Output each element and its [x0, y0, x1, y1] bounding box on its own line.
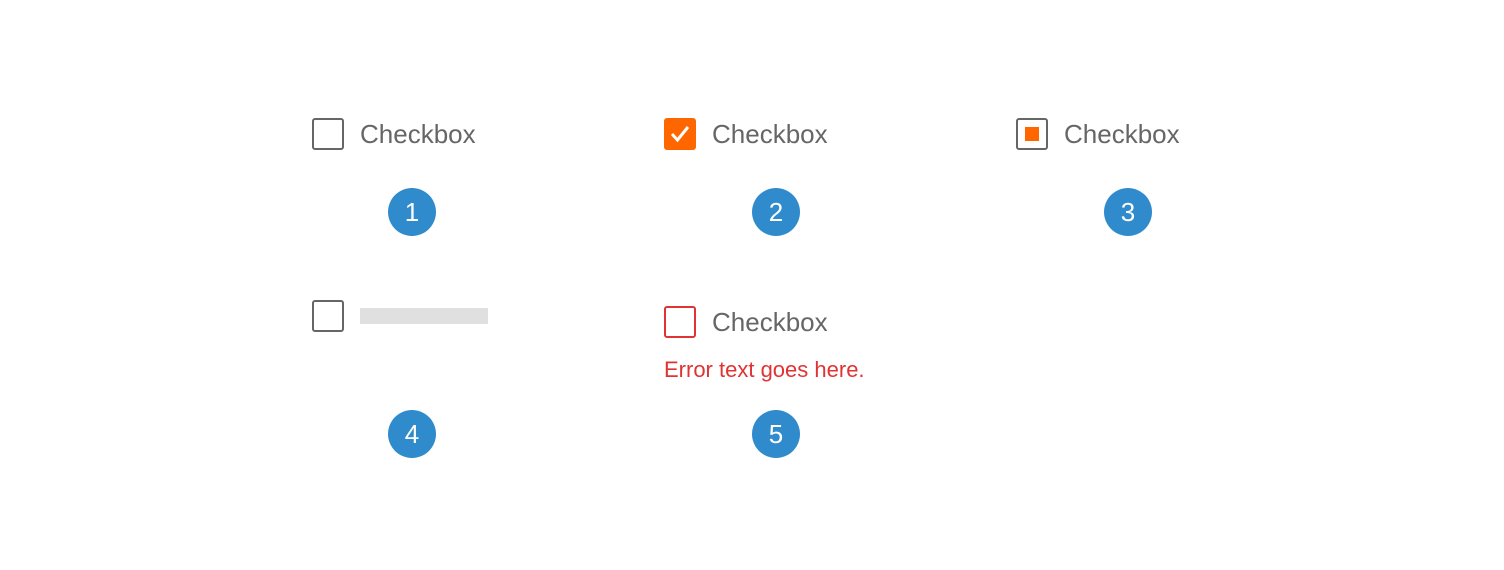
- checkbox-error[interactable]: [664, 306, 696, 338]
- checkbox-indeterminate[interactable]: [1016, 118, 1048, 150]
- indeterminate-square-icon: [1025, 127, 1039, 141]
- annotation-badge-4: 4: [388, 410, 436, 458]
- checkbox-unchecked[interactable]: [312, 118, 344, 150]
- checkbox-checked[interactable]: [664, 118, 696, 150]
- checkbox-label[interactable]: Checkbox: [712, 306, 828, 338]
- checkbox-label[interactable]: Checkbox: [1064, 118, 1180, 150]
- checkbox-loading[interactable]: [312, 300, 344, 332]
- checkbox-label[interactable]: Checkbox: [360, 118, 476, 150]
- checkmark-icon: [670, 126, 690, 143]
- annotation-badge-2: 2: [752, 188, 800, 236]
- error-text: Error text goes here.: [664, 357, 865, 382]
- label-skeleton-placeholder: [360, 308, 488, 324]
- checkbox-label[interactable]: Checkbox: [712, 118, 828, 150]
- annotation-badge-1: 1: [388, 188, 436, 236]
- annotation-badge-5: 5: [752, 410, 800, 458]
- annotation-badge-3: 3: [1104, 188, 1152, 236]
